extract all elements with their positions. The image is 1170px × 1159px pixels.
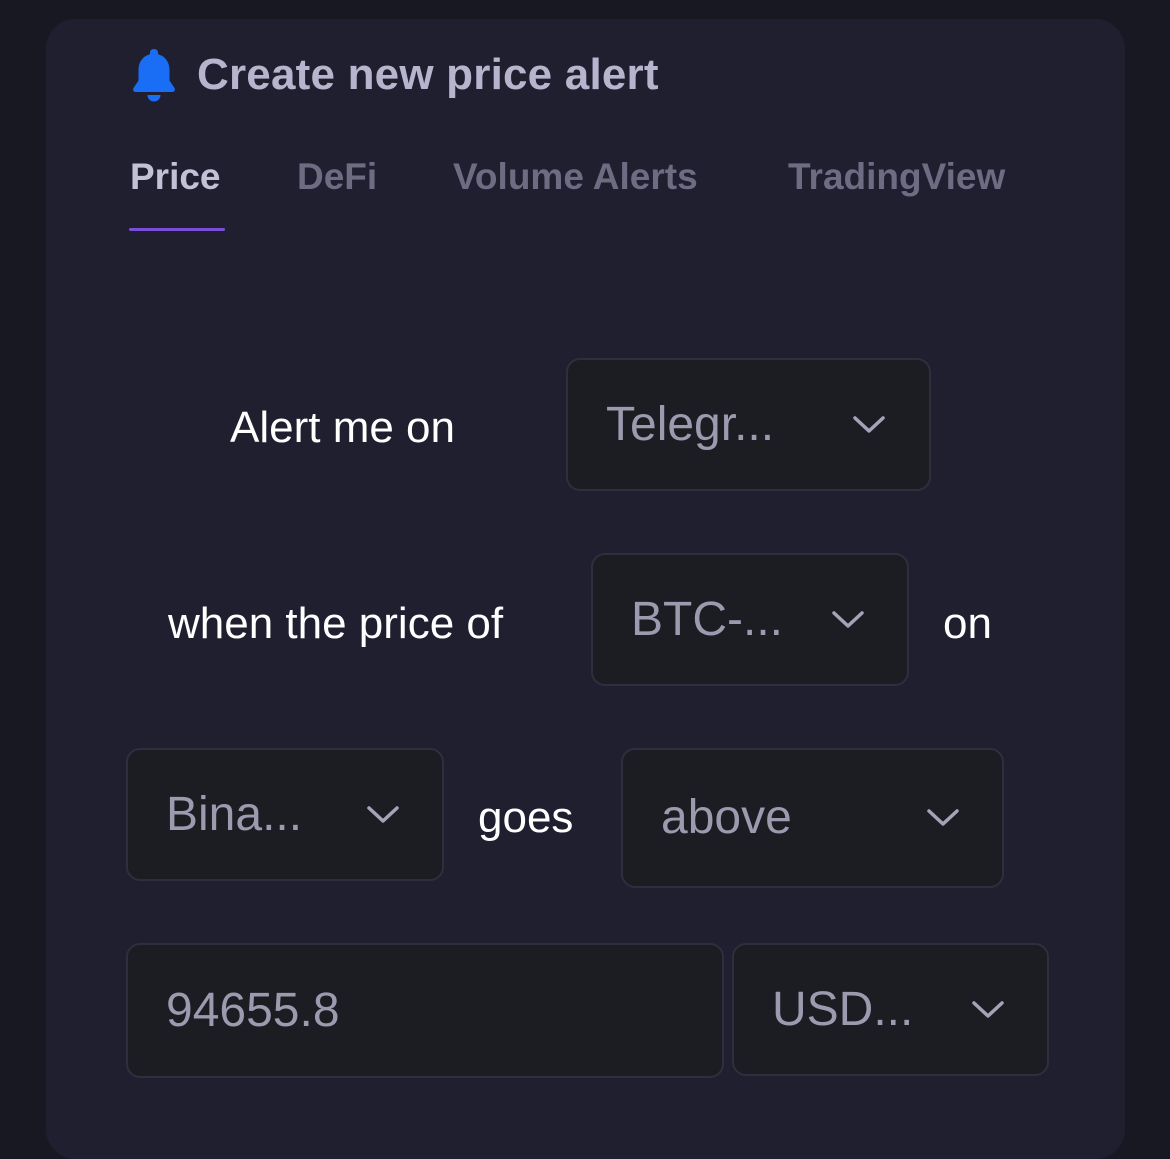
tab-price[interactable]: Price (130, 152, 221, 202)
on-label: on (943, 599, 992, 648)
chevron-down-icon (972, 1000, 1004, 1018)
direction-select[interactable]: above (621, 748, 1004, 888)
exchange-select[interactable]: Bina... (126, 748, 444, 881)
chevron-down-icon (853, 415, 885, 433)
tab-tradingview[interactable]: TradingView (788, 152, 1005, 202)
tab-volume-alerts[interactable]: Volume Alerts (453, 152, 698, 202)
bell-icon (133, 49, 175, 102)
goes-label: goes (478, 793, 574, 842)
chevron-down-icon (367, 805, 399, 823)
when-price-of-label: when the price of (168, 599, 504, 648)
pair-select[interactable]: BTC-... (591, 553, 909, 686)
direction-select-value: above (661, 791, 792, 844)
chevron-down-icon (927, 809, 959, 826)
tab-defi[interactable]: DeFi (297, 152, 377, 202)
price-input-value: 94655.8 (166, 983, 340, 1037)
active-tab-indicator (129, 228, 225, 231)
price-input[interactable]: 94655.8 (126, 943, 724, 1078)
currency-select-value: USD... (772, 982, 914, 1036)
exchange-select-value: Bina... (166, 787, 303, 841)
channel-select[interactable]: Telegr... (566, 358, 931, 491)
currency-select[interactable]: USD... (732, 943, 1049, 1076)
page-title: Create new price alert (197, 50, 659, 99)
pair-select-value: BTC-... (631, 592, 783, 646)
channel-select-value: Telegr... (606, 397, 775, 451)
alert-me-on-label: Alert me on (230, 403, 455, 452)
panel-header: Create new price alert (131, 44, 659, 106)
chevron-down-icon (832, 610, 864, 628)
